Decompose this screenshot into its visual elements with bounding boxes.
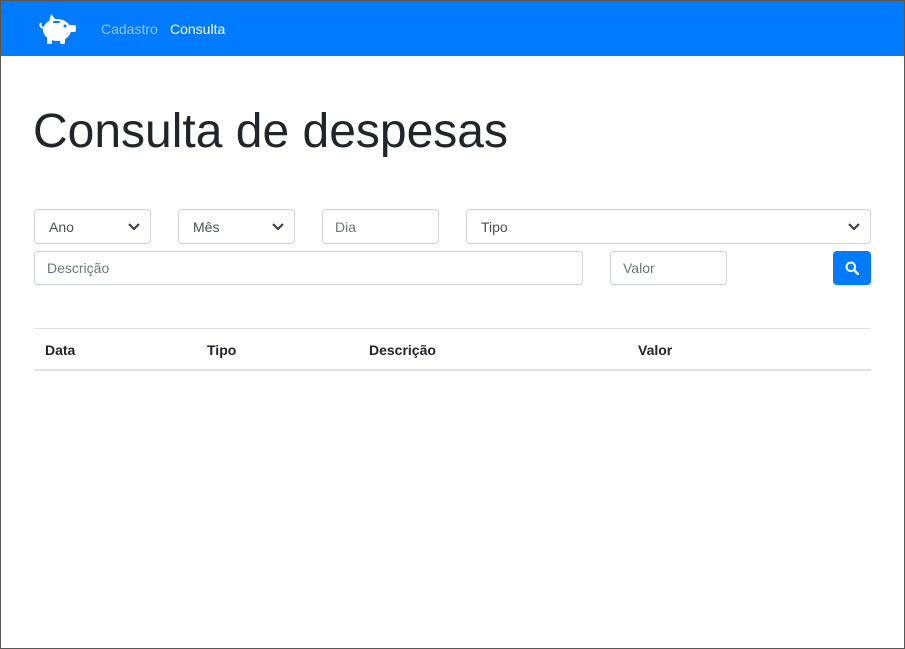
descricao-input-placeholder: Descrição (47, 260, 110, 276)
mes-select-label: Mês (193, 218, 220, 235)
column-header-valor: Valor (638, 342, 673, 358)
ano-select[interactable]: Ano (34, 209, 151, 244)
piggy-bank-icon[interactable] (38, 11, 78, 45)
tipo-select-label: Tipo (481, 218, 508, 235)
nav-link-consulta[interactable]: Consulta (170, 21, 225, 37)
search-icon (845, 261, 859, 275)
window-frame (0, 0, 905, 649)
table-header-divider (34, 369, 871, 371)
dia-input-placeholder: Dia (335, 218, 357, 235)
page-title: Consulta de despesas (33, 105, 508, 158)
navbar: Cadastro Consulta (0, 0, 905, 56)
table-top-border (34, 328, 871, 329)
descricao-input[interactable]: Descrição (34, 251, 583, 285)
tipo-select[interactable]: Tipo (466, 209, 871, 244)
column-header-tipo: Tipo (207, 342, 237, 358)
dia-input[interactable]: Dia (322, 209, 439, 244)
ano-select-label: Ano (49, 218, 74, 235)
chevron-down-icon (128, 222, 140, 230)
chevron-down-icon (848, 222, 860, 230)
search-button[interactable] (833, 251, 871, 285)
valor-input[interactable]: Valor (610, 251, 727, 285)
mes-select[interactable]: Mês (178, 209, 295, 244)
nav-link-cadastro[interactable]: Cadastro (101, 21, 158, 37)
column-header-descricao: Descrição (369, 342, 436, 358)
chevron-down-icon (272, 222, 284, 230)
column-header-data: Data (45, 342, 76, 358)
valor-input-placeholder: Valor (623, 260, 655, 276)
